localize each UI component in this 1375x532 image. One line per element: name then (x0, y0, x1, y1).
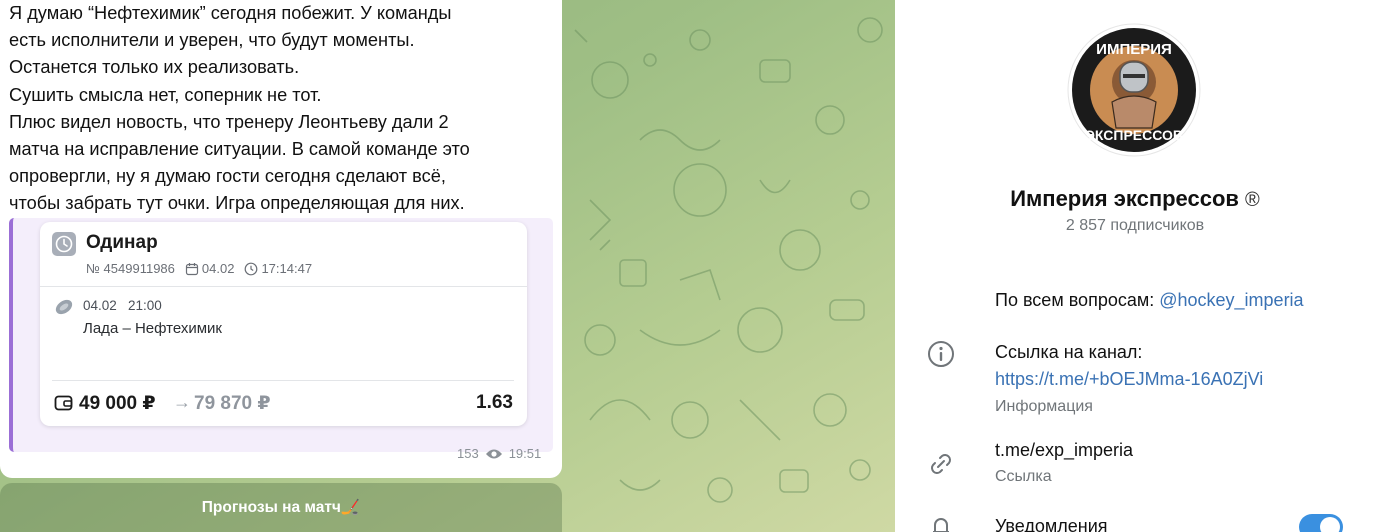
bet-odds: 1.63 (476, 392, 513, 413)
short-link-label: Ссылка (995, 468, 1052, 485)
message-line: Плюс видел новость, что тренеру Леонтьев… (9, 111, 449, 132)
message-line: опровергли, ну я думаю гости сегодня сде… (9, 166, 446, 187)
message-line: матча на исправление ситуации. В самой к… (9, 139, 470, 160)
registered-mark: ® (1245, 189, 1260, 211)
payout-amount: 79 870 ₽ (194, 393, 271, 414)
views-count: 153 (457, 446, 479, 461)
bet-type: Одинар (86, 232, 158, 253)
calendar-icon (185, 262, 199, 275)
channel-info-panel: ИМПЕРИЯ ЭКСПРЕССОВ Империя экспрессов ® … (895, 0, 1375, 532)
comments-button[interactable]: Прогнозы на матч🏒 (0, 483, 562, 532)
message-bubble: Я думаю “Нефтехимик” сегодня побежит. У … (0, 0, 562, 478)
link-preview[interactable]: Одинар № 4549911986 04.02 17:14:47 04.02… (9, 218, 553, 452)
event-datetime: 04.02 21:00 (83, 298, 162, 313)
message-line: есть исполнители и уверен, что будут мом… (9, 30, 415, 51)
chat-area[interactable]: Я думаю “Нефтехимик” сегодня побежит. У … (0, 0, 895, 532)
notifications-label: Уведомления (995, 516, 1108, 532)
info-label: Информация (995, 398, 1093, 415)
time-icon (245, 262, 258, 275)
wallet-icon (54, 395, 73, 411)
subscriber-count: 2 857 подписчиков (1065, 217, 1205, 234)
arrow-right-icon: → (173, 392, 191, 412)
avatar-text-top: ИМПЕРИЯ (1096, 41, 1172, 58)
hockey-puck-icon (55, 299, 73, 315)
bet-card: Одинар № 4549911986 04.02 17:14:47 04.02… (40, 222, 527, 426)
message-line: Я думаю “Нефтехимик” сегодня побежит. У … (9, 3, 452, 23)
bet-time: 17:14:47 (261, 261, 313, 276)
stake-amount: 49 000 ₽ (79, 393, 156, 414)
questions-row: По всем вопросам: @hockey_imperia (995, 290, 1304, 311)
bet-date: 04.02 (201, 261, 235, 276)
channel-avatar[interactable]: ИМПЕРИЯ ЭКСПРЕССОВ (1066, 22, 1202, 158)
link-icon (931, 454, 951, 474)
bet-meta: № 4549911986 04.02 17:14:47 (86, 261, 312, 276)
message-line: Останется только их реализовать. (9, 57, 300, 78)
clock-icon (52, 232, 76, 256)
channel-name: Империя экспрессов ® (895, 186, 1375, 212)
match-name: Лада – Нефтехимик (83, 320, 222, 337)
channel-link-label: Ссылка на канал: (995, 342, 1143, 362)
card-divider (52, 380, 514, 381)
bell-icon (933, 518, 949, 532)
channel-link[interactable]: https://t.me/+bOEJMma-16A0ZjVi (995, 369, 1263, 390)
notifications-toggle[interactable] (1299, 514, 1343, 532)
post-time: 19:51 (508, 446, 542, 461)
message-text: Я думаю “Нефтехимик” сегодня побежит. У … (9, 0, 554, 218)
questions-link[interactable]: @hockey_imperia (1159, 290, 1303, 310)
message-footer: 153 19:51 (457, 446, 541, 461)
short-link[interactable]: t.me/exp_imperia (995, 440, 1133, 461)
message-line: Сушить смысла нет, соперник не тот. (9, 84, 322, 105)
eye-icon (485, 449, 502, 458)
questions-label: По всем вопросам: (995, 290, 1160, 310)
bet-number: № 4549911986 (86, 261, 175, 276)
info-icon (928, 341, 954, 367)
card-divider (40, 286, 527, 287)
channel-title: Империя экспрессов (1010, 186, 1239, 211)
avatar-text-bottom: ЭКСПРЕССОВ (1085, 127, 1183, 143)
toggle-knob (1320, 517, 1340, 532)
message-line: чтобы забрать тут очки. Игра определяюща… (9, 193, 465, 214)
